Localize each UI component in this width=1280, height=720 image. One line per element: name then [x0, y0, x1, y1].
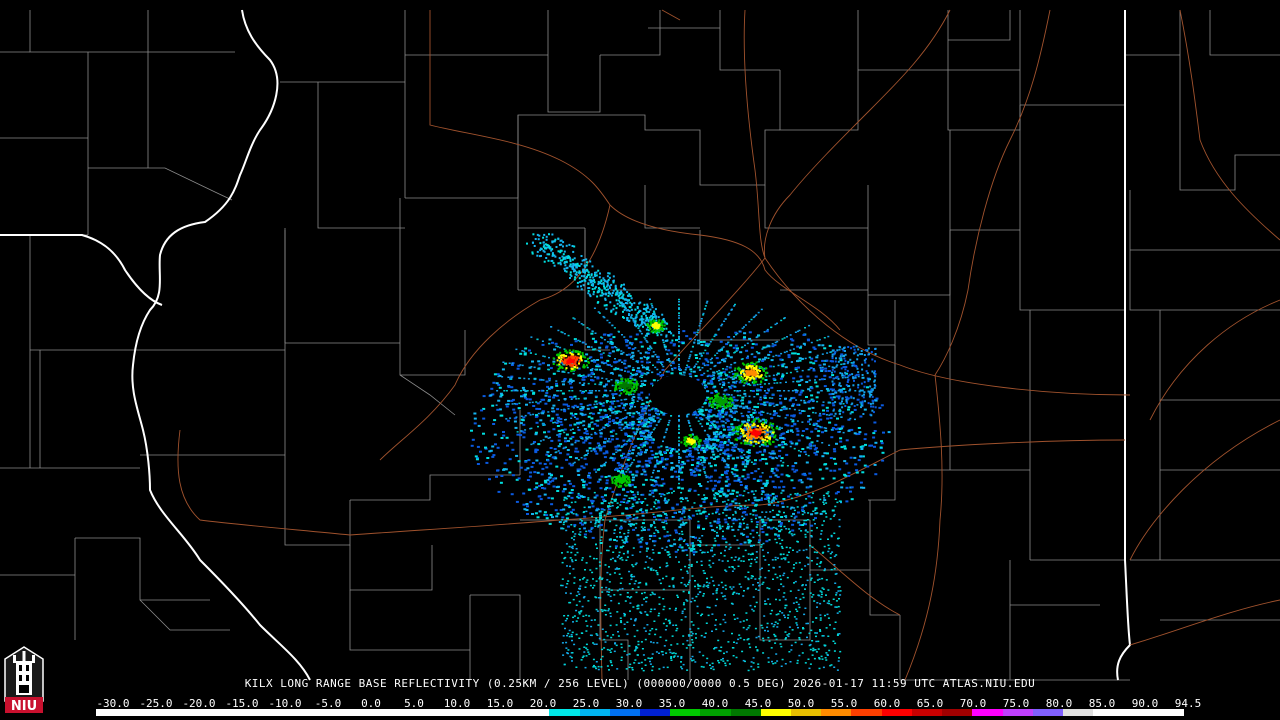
scale-swatch — [277, 709, 308, 716]
scale-swatch — [186, 709, 217, 716]
scale-swatch — [247, 709, 278, 716]
scale-swatch — [367, 709, 399, 716]
scale-swatch — [96, 709, 127, 716]
color-scale-labels: -30.0 -25.0 -20.0 -15.0 -10.0 -5.0 0.0 5.0 10.0 1… — [0, 697, 1280, 710]
scale-swatch — [881, 709, 912, 716]
scale-swatch — [670, 709, 701, 716]
scale-swatch — [126, 709, 157, 716]
niu-tower-logo-icon: NIU — [4, 646, 44, 714]
scale-swatch — [1123, 709, 1154, 716]
scale-swatch — [428, 709, 459, 716]
logo-text: NIU — [11, 699, 37, 714]
scale-swatch — [579, 709, 610, 716]
scale-swatch — [1063, 709, 1094, 716]
scale-swatch — [730, 709, 761, 716]
scale-swatch — [398, 709, 429, 716]
scale-swatch — [1032, 709, 1063, 716]
scale-swatch — [609, 709, 640, 716]
scale-swatch — [639, 709, 671, 716]
scale-swatch — [942, 709, 973, 716]
scale-swatch — [488, 709, 520, 716]
scale-swatch — [700, 709, 731, 716]
product-caption: KILX LONG RANGE BASE REFLECTIVITY (0.25K… — [0, 677, 1280, 691]
scale-swatch — [821, 709, 852, 716]
scale-swatch — [1093, 709, 1124, 716]
scale-swatch — [216, 709, 248, 716]
color-scale-bar — [96, 709, 1184, 716]
radar-map — [0, 0, 1280, 720]
scale-swatch — [458, 709, 489, 716]
scale-swatch — [549, 709, 580, 716]
scale-swatch — [156, 709, 187, 716]
scale-swatch — [1002, 709, 1033, 716]
scale-swatch — [791, 709, 822, 716]
scale-swatch — [911, 709, 943, 716]
scale-swatch — [851, 709, 882, 716]
scale-swatch — [307, 709, 338, 716]
scale-swatch — [337, 709, 368, 716]
caption-text: KILX LONG RANGE BASE REFLECTIVITY (0.25K… — [244, 677, 1036, 690]
scale-swatch — [972, 709, 1003, 716]
scale-swatch — [519, 709, 550, 716]
scale-swatch — [760, 709, 792, 716]
scale-swatch — [1153, 709, 1184, 716]
